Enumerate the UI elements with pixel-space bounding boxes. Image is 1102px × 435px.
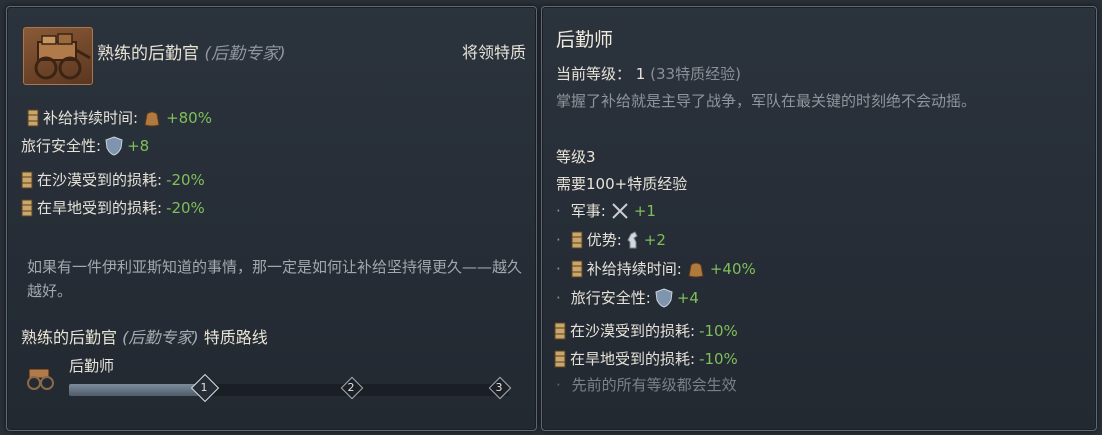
bonus-value: +4 bbox=[676, 288, 699, 307]
supply-cart-icon bbox=[23, 27, 93, 85]
crossed-swords-icon bbox=[612, 202, 628, 219]
trait-category: 将领特质 bbox=[461, 43, 526, 62]
bonus-desert-attrition: 在沙漠受到的损耗: -10% bbox=[554, 320, 738, 341]
bonus-label: 优势: bbox=[586, 231, 622, 249]
bullet-dot: · bbox=[556, 230, 561, 249]
modifier-label: 旅行安全性: bbox=[21, 137, 102, 155]
route-suffix: 特质路线 bbox=[203, 328, 268, 347]
bonus-supply-duration: · 补给持续时间: +40% bbox=[556, 258, 756, 279]
route-name: 熟练的后勤官 bbox=[21, 328, 118, 347]
bonus-value: +1 bbox=[633, 201, 656, 220]
track-node-label: 3 bbox=[495, 381, 503, 394]
modifier-value: +8 bbox=[127, 136, 150, 155]
shield-icon bbox=[105, 135, 123, 156]
modifier-value: -20% bbox=[166, 198, 205, 217]
bonus-label: 在沙漠受到的损耗: bbox=[570, 322, 696, 340]
track-node-label: 2 bbox=[347, 381, 355, 394]
bonus-advantage: · 优势: +2 bbox=[556, 229, 666, 250]
current-level: 当前等级： 1 (33特质经验) bbox=[556, 63, 741, 84]
current-level-value: 1 bbox=[635, 65, 646, 83]
bullet-dot: · bbox=[556, 376, 561, 394]
modifier-travel-safety: 旅行安全性: +8 bbox=[21, 135, 149, 156]
track-label: 后勤师 bbox=[69, 357, 115, 375]
bonus-martial: · 军事: +1 bbox=[556, 200, 656, 221]
modifier-value: +80% bbox=[166, 108, 212, 127]
supply-crate-icon bbox=[21, 199, 33, 216]
chess-knight-icon bbox=[627, 230, 638, 248]
supply-crate-icon bbox=[21, 171, 33, 188]
shield-icon bbox=[655, 287, 673, 308]
current-level-label: 当前等级： bbox=[556, 65, 632, 83]
bullet-dot: · bbox=[556, 288, 561, 307]
modifier-label: 在沙漠受到的损耗: bbox=[37, 171, 163, 189]
route-subtitle: (后勤专家) bbox=[122, 328, 199, 347]
bonus-drylands-attrition: 在旱地受到的损耗: -10% bbox=[554, 348, 738, 369]
bonus-value: +2 bbox=[643, 230, 666, 249]
modifier-label: 补给持续时间: bbox=[43, 109, 139, 127]
supply-crate-icon bbox=[27, 109, 39, 126]
modifier-label: 在旱地受到的损耗: bbox=[37, 199, 163, 217]
bullet-dot: · bbox=[556, 259, 561, 278]
bonus-value: -10% bbox=[699, 349, 738, 368]
supply-crate-icon bbox=[554, 350, 566, 367]
bonus-label: 补给持续时间: bbox=[586, 260, 682, 278]
trait-title: 熟练的后勤官 (后勤专家) bbox=[97, 39, 286, 64]
trait-level-tooltip: 后勤师 当前等级： 1 (33特质经验) 掌握了补给就是主导了战争，军队在最关键… bbox=[541, 6, 1097, 431]
modifier-value: -20% bbox=[166, 170, 205, 189]
bonus-value: +40% bbox=[709, 259, 756, 278]
bonus-label: 旅行安全性: bbox=[570, 289, 651, 307]
current-level-xp: (33特质经验) bbox=[650, 65, 741, 83]
trait-subtitle: (后勤专家) bbox=[204, 44, 286, 64]
track-cart-icon bbox=[23, 363, 57, 395]
bonus-label: 军事: bbox=[570, 202, 606, 220]
cumulative-note-text: 先前的所有等级都会生效 bbox=[571, 376, 737, 394]
trait-name: 熟练的后勤官 bbox=[97, 44, 199, 64]
track-node-label: 1 bbox=[200, 381, 208, 394]
trait-track-progress bbox=[69, 384, 206, 396]
modifier-supply-duration: 补给持续时间: +80% bbox=[27, 107, 212, 128]
modifier-drylands-attrition: 在旱地受到的损耗: -20% bbox=[21, 197, 205, 218]
flavor-text: 如果有一件伊利亚斯知道的事情，那一定是如何让补给坚持得更久——越久越好。 bbox=[27, 258, 523, 300]
level-title: 后勤师 bbox=[556, 29, 614, 51]
bonus-travel-safety: · 旅行安全性: +4 bbox=[556, 287, 699, 308]
bonus-label: 在旱地受到的损耗: bbox=[570, 350, 696, 368]
supply-bag-icon bbox=[688, 262, 704, 277]
trait-track-title: 熟练的后勤官 (后勤专家) 特质路线 bbox=[21, 324, 268, 348]
next-level-heading: 等级3 bbox=[556, 148, 596, 166]
supply-crate-icon bbox=[571, 231, 583, 248]
level-description: 掌握了补给就是主导了战争，军队在最关键的时刻绝不会动摇。 bbox=[556, 92, 977, 110]
bonus-value: -10% bbox=[699, 321, 738, 340]
modifier-desert-attrition: 在沙漠受到的损耗: -20% bbox=[21, 169, 205, 190]
bullet-dot: · bbox=[556, 201, 561, 220]
supply-crate-icon bbox=[554, 322, 566, 339]
supply-bag-icon bbox=[144, 111, 160, 126]
next-level-requirement: 需要100+特质经验 bbox=[556, 175, 688, 193]
supply-crate-icon bbox=[571, 260, 583, 277]
trait-tooltip-panel: 熟练的后勤官 (后勤专家) 将领特质 补给持续时间: +80% 旅行安全性: +… bbox=[6, 6, 537, 431]
cumulative-note: · 先前的所有等级都会生效 bbox=[556, 374, 737, 395]
